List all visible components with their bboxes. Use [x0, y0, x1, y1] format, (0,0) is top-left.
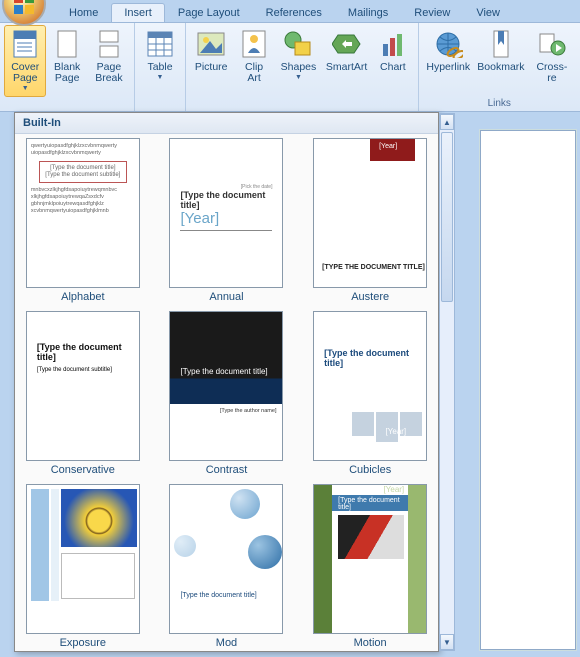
shapes-icon: [282, 28, 314, 60]
page-break-icon: [93, 28, 125, 60]
gallery-item-label: Exposure: [60, 637, 106, 649]
cross-reference-icon: [536, 28, 568, 60]
gallery-scrollbar[interactable]: ▲ ▼: [439, 113, 455, 651]
hyperlink-label: Hyperlink: [426, 62, 470, 73]
scroll-up-button[interactable]: ▲: [440, 114, 454, 130]
gallery-item-label: Contrast: [206, 464, 248, 476]
bookmark-label: Bookmark: [477, 62, 524, 73]
ribbon-tabs: Home Insert Page Layout References Maili…: [0, 0, 580, 22]
blank-page-label: Blank Page: [51, 62, 82, 84]
gallery-item-alphabet[interactable]: qwertyuiopasdfghjklzxcvbnmqwerty uiopasd…: [19, 138, 147, 303]
gallery-item-label: Annual: [209, 291, 243, 303]
gallery-item-exposure[interactable]: Exposure: [19, 484, 147, 649]
tab-references[interactable]: References: [253, 3, 335, 22]
gallery-item-motion[interactable]: [Year] [Type the document title] Motion: [306, 484, 434, 649]
tab-page-layout[interactable]: Page Layout: [165, 3, 253, 22]
tab-review[interactable]: Review: [401, 3, 463, 22]
bookmark-button[interactable]: Bookmark: [474, 25, 528, 97]
gallery-item-conservative[interactable]: [Type the document title] [Type the docu…: [19, 311, 147, 476]
blank-page-icon: [51, 28, 83, 60]
gallery-item-label: Motion: [354, 637, 387, 649]
blank-page-button[interactable]: Blank Page: [46, 25, 87, 97]
gallery-item-contrast[interactable]: [Type the document title] [Type the auth…: [163, 311, 291, 476]
group-tables: Table ▼: [135, 23, 186, 111]
picture-button[interactable]: Picture: [190, 25, 232, 97]
dropdown-arrow-icon: ▼: [157, 74, 164, 81]
gallery-item-label: Mod: [216, 637, 237, 649]
bookmark-icon: [485, 28, 517, 60]
smartart-label: SmartArt: [326, 62, 367, 73]
scroll-down-button[interactable]: ▼: [440, 634, 454, 650]
page-break-label: Page Break: [93, 62, 125, 84]
smartart-button[interactable]: SmartArt: [321, 25, 372, 97]
gallery-item-austere[interactable]: [Year] [TYPE THE DOCUMENT TITLE] Austere: [306, 138, 434, 303]
page-break-button[interactable]: Page Break: [88, 25, 130, 97]
gallery-item-label: Conservative: [51, 464, 115, 476]
table-icon: [144, 28, 176, 60]
picture-label: Picture: [195, 62, 228, 73]
smartart-icon: [331, 28, 363, 60]
group-label-links: Links: [488, 97, 511, 111]
hyperlink-button[interactable]: Hyperlink: [423, 25, 474, 97]
gallery-header: Built-In: [15, 113, 438, 134]
picture-icon: [195, 28, 227, 60]
tab-home[interactable]: Home: [56, 3, 111, 22]
dropdown-arrow-icon: ▼: [22, 85, 29, 92]
gallery-item-label: Alphabet: [61, 291, 104, 303]
cover-page-icon: [9, 28, 41, 60]
group-illustrations: Picture Clip Art Shapes ▼ SmartArt: [186, 23, 419, 111]
clip-art-icon: [238, 28, 270, 60]
group-pages: Cover Page ▼ Blank Page Page Break: [0, 23, 135, 111]
gallery-item-label: Austere: [351, 291, 389, 303]
cross-reference-label: Cross-re: [533, 62, 571, 84]
document-page[interactable]: [480, 130, 576, 650]
table-label: Table: [147, 62, 172, 73]
cover-page-button[interactable]: Cover Page ▼: [4, 25, 46, 97]
gallery-item-annual[interactable]: [Pick the date] [Type the document title…: [163, 138, 291, 303]
gallery-item-label: Cubicles: [349, 464, 391, 476]
gallery-item-mod[interactable]: [Type the document title] Mod: [163, 484, 291, 649]
chart-label: Chart: [380, 62, 406, 73]
clip-art-button[interactable]: Clip Art: [232, 25, 275, 97]
hyperlink-icon: [432, 28, 464, 60]
tab-insert[interactable]: Insert: [111, 3, 165, 22]
tab-view[interactable]: View: [463, 3, 513, 22]
cover-page-gallery: Built-In ▲ ▼ qwertyuiopasdfghjklzxcvbnmq…: [14, 112, 439, 652]
group-links: Hyperlink Bookmark Cross-re Links: [419, 23, 580, 111]
chart-button[interactable]: Chart: [372, 25, 414, 97]
chart-icon: [377, 28, 409, 60]
shapes-button[interactable]: Shapes ▼: [276, 25, 321, 97]
table-button[interactable]: Table ▼: [139, 25, 181, 97]
cover-page-label: Cover Page: [9, 62, 41, 84]
tab-mailings[interactable]: Mailings: [335, 3, 401, 22]
ribbon: Cover Page ▼ Blank Page Page Break: [0, 22, 580, 112]
gallery-item-cubicles[interactable]: [Type the document title] [Year] Cubicle…: [306, 311, 434, 476]
dropdown-arrow-icon: ▼: [295, 74, 302, 81]
clip-art-label: Clip Art: [237, 62, 270, 84]
scroll-thumb[interactable]: [441, 132, 453, 302]
cross-reference-button[interactable]: Cross-re: [528, 25, 576, 97]
shapes-label: Shapes: [281, 62, 317, 73]
